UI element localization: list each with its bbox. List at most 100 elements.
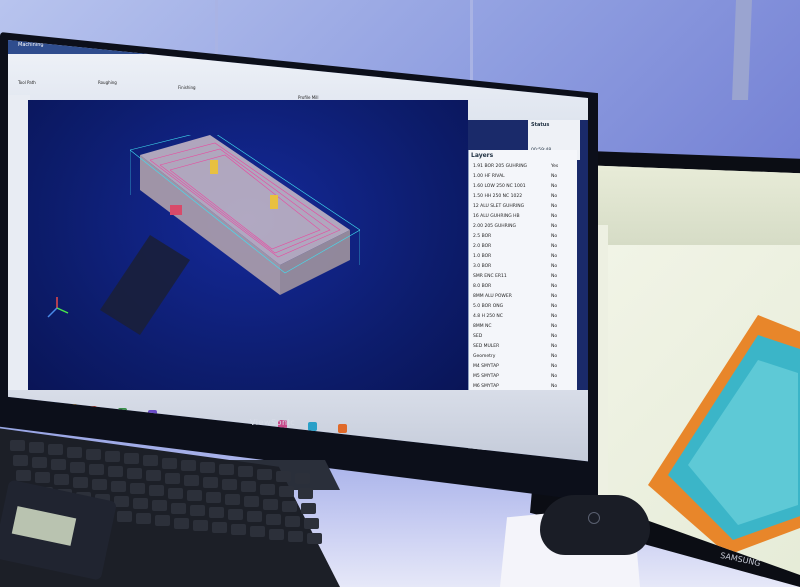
keyboard-key [127,468,142,480]
keyboard-key [162,457,177,469]
keyboard-key [16,470,31,481]
layer-visibility[interactable]: No [551,304,557,309]
layer-visibility[interactable]: No [551,254,557,259]
layer-row[interactable]: 16 ALU GUHRING HB [473,214,520,219]
layer-visibility[interactable]: No [551,234,557,239]
keyboard-key [266,513,281,525]
layer-row[interactable]: 2.00 205 GUHRING [473,224,516,229]
fixture-shadow [100,235,190,335]
layer-row[interactable]: 8MM ALU POWER [473,294,512,299]
keyboard-key [117,511,132,522]
layer-row[interactable]: 1.50 HH 250 NC 1022 [473,194,522,199]
layer-visibility[interactable]: No [551,354,557,359]
keyboard-key [288,530,303,542]
layer-row[interactable]: M5 SMYTAP [473,374,499,379]
keyboard-key [130,483,145,495]
app-icon[interactable] [338,424,347,433]
keyboard-key [165,472,180,484]
layer-visibility[interactable]: No [551,294,557,299]
layer-visibility[interactable]: No [551,264,557,269]
mouse [540,495,650,555]
keyboard-key [70,461,85,473]
layer-row[interactable]: 4.8 H 250 NC [473,314,503,319]
layer-visibility[interactable]: No [551,194,557,199]
layer-row[interactable]: 1.00 HF RIVAL [473,174,505,179]
keyboard-key [304,518,319,529]
keyboard-key [247,511,262,523]
keyboard-key [260,483,275,495]
layer-visibility[interactable]: No [551,214,557,219]
layers-title: Layers [471,152,494,159]
layer-visibility[interactable]: No [551,224,557,229]
layer-row[interactable]: SED MULER [473,344,499,349]
keyboard-key [133,498,148,510]
feature-marker [270,195,278,209]
layer-visibility[interactable]: No [551,374,557,379]
layer-visibility[interactable]: No [551,384,557,389]
keyboard-key [279,485,294,497]
layer-row[interactable]: 1.91 BOR 205 GUHRING [473,164,527,169]
keyboard-key [89,463,104,475]
layer-visibility[interactable]: No [551,244,557,249]
keyboard-key [184,474,199,486]
keyboard-key [276,470,291,482]
layer-row[interactable]: SMR ENC ER11 [473,274,507,279]
keyboard-key [171,502,186,514]
layer-row[interactable]: 3.0 BOR [473,264,491,269]
app-icon[interactable] [308,422,317,431]
keyboard-key [238,466,253,478]
layer-row[interactable]: 8MM NC [473,324,492,329]
layer-visibility[interactable]: No [551,344,557,349]
keyboard-key [203,477,218,488]
layer-visibility[interactable]: Yes [551,164,558,169]
group-roughing[interactable]: Roughing [98,80,117,85]
layer-visibility[interactable]: No [551,174,557,179]
keyboard-key [32,457,47,469]
feature-marker [210,160,218,174]
keyboard-key [48,444,63,456]
layer-row[interactable]: 2.5 BOR [473,234,491,239]
layer-visibility[interactable]: No [551,364,557,369]
axis-triad-icon [47,297,69,318]
layer-visibility[interactable]: No [551,334,557,339]
keyboard-key [269,528,284,540]
tab-solid[interactable]: Solid [218,42,230,48]
layer-row[interactable]: 2.0 BOR [473,244,491,249]
keyboard-key [155,515,170,527]
keyboard-key [298,488,313,499]
keyboard-key [35,472,50,484]
keyboard-key [136,513,151,525]
keyboard-key [307,533,322,544]
layer-row[interactable]: M6 SMYTAP [473,384,499,389]
group-toolpath[interactable]: Tool Path [18,80,36,85]
layer-visibility[interactable]: No [551,284,557,289]
layer-visibility[interactable]: No [551,184,557,189]
layer-row[interactable]: 1.60 LOW 250 NC 1001 [473,184,526,189]
layer-visibility[interactable]: No [551,314,557,319]
layer-row[interactable]: 5.0 BOR ONG [473,304,503,309]
keyboard-key [105,451,120,462]
keyboard-key [206,492,221,503]
keyboard-key [108,466,123,477]
mouse-logo-icon [588,512,600,524]
keyboard-key [187,489,202,501]
keyboard-key [257,468,272,480]
keyboard-key [244,496,259,508]
keyboard-key [114,496,129,507]
keyboard-key [143,455,158,467]
layer-visibility[interactable]: No [551,204,557,209]
keyboard-key [285,515,300,527]
layer-row[interactable]: 8.0 BOR [473,284,491,289]
layer-row[interactable]: M4 SMYTAP [473,364,499,369]
group-finishing[interactable]: Finishing [178,85,196,90]
layer-row[interactable]: 1.0 BOR [473,254,491,259]
keyboard-key [181,459,196,471]
layer-row[interactable]: SED [473,334,482,339]
keyboard-key [225,494,240,506]
layer-row[interactable]: 12 ALU SLET GUHRING [473,204,524,209]
layer-row[interactable]: Geometry [473,354,495,359]
layer-visibility[interactable]: No [551,274,557,279]
layer-visibility[interactable]: No [551,324,557,329]
keyboard-key [149,485,164,497]
keyboard-key [231,524,246,536]
